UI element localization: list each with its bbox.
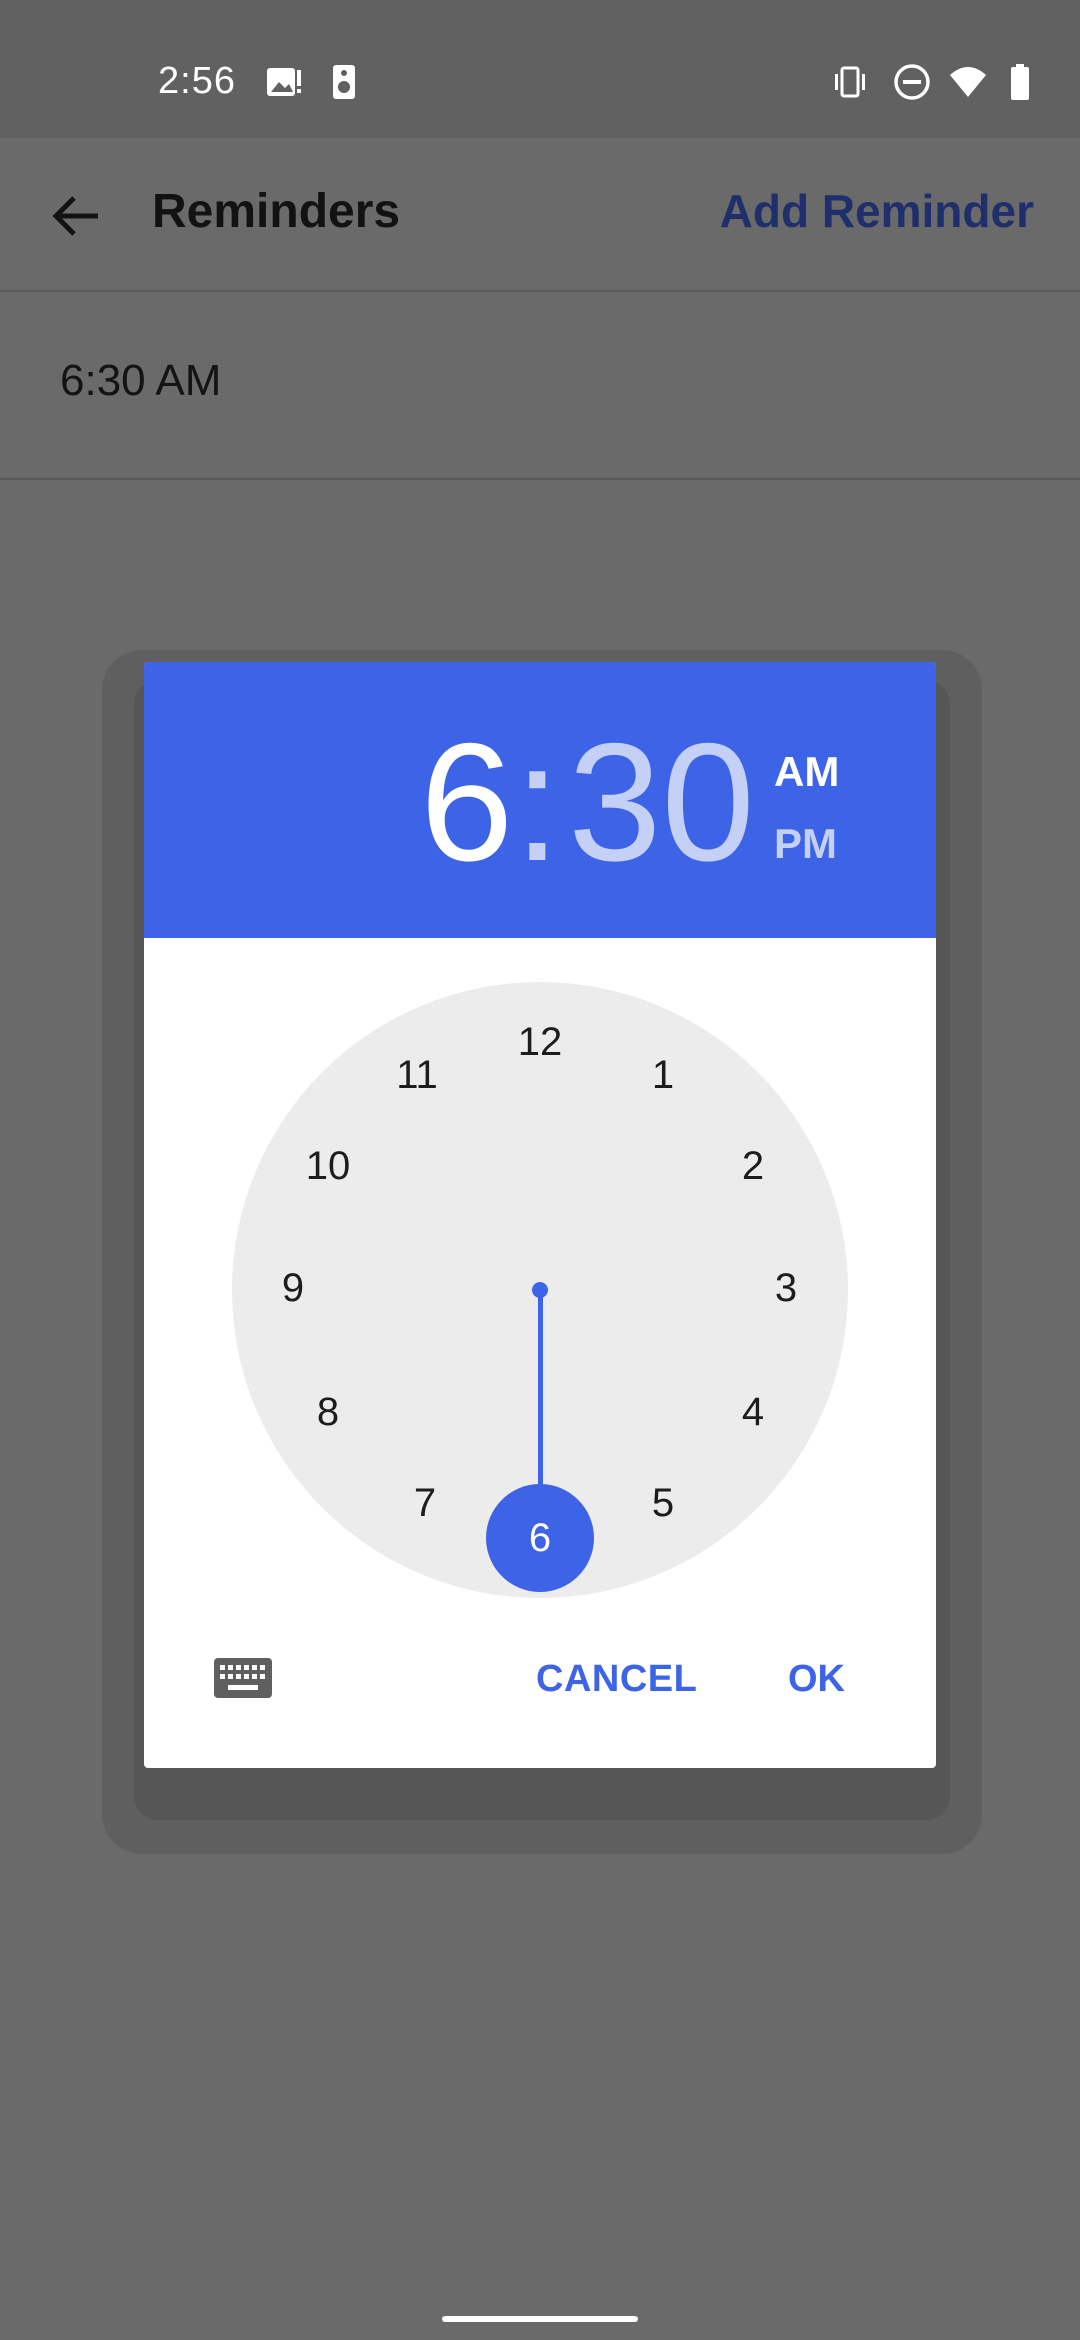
clock-number-9[interactable]: 9 [253, 1258, 333, 1318]
clock-center-dot [532, 1282, 548, 1298]
clock-number-1[interactable]: 1 [623, 1045, 703, 1105]
clock-number-7[interactable]: 7 [385, 1473, 465, 1533]
clock-number-5[interactable]: 5 [623, 1473, 703, 1533]
ok-button[interactable]: OK [788, 1658, 845, 1701]
clock-face[interactable]: 12 1 2 3 4 5 7 8 9 10 11 6 [232, 982, 848, 1598]
clock-number-4[interactable]: 4 [713, 1382, 793, 1442]
list-item[interactable]: 6:30 AM [0, 292, 1080, 480]
clock-number-2[interactable]: 2 [713, 1136, 793, 1196]
gesture-nav-handle[interactable] [442, 2316, 638, 2322]
clock-number-12[interactable]: 12 [500, 1012, 580, 1072]
time-picker-header: 6 : 30 AM PM [144, 662, 936, 938]
wifi-icon [948, 62, 988, 102]
hour-display[interactable]: 6 [420, 718, 513, 886]
reminder-time: 6:30 AM [60, 356, 222, 405]
time-picker-dialog: 6 : 30 AM PM 12 1 2 3 4 5 7 8 9 10 11 6 [144, 662, 936, 1768]
keyboard-input-button[interactable] [214, 1658, 272, 1698]
add-reminder-button[interactable]: Add Reminder [720, 184, 1034, 238]
keyboard-icon [214, 1658, 272, 1698]
page-title: Reminders [152, 185, 401, 238]
clock-hand[interactable] [538, 1290, 543, 1490]
do-not-disturb-icon [892, 62, 932, 102]
app-bar: Reminders Add Reminder [0, 138, 1080, 292]
minute-display[interactable]: 30 [568, 718, 755, 886]
clock-number-11[interactable]: 11 [377, 1045, 457, 1105]
time-separator: : [514, 708, 561, 896]
speaker-icon [324, 62, 364, 102]
back-button[interactable] [40, 180, 112, 252]
cancel-button[interactable]: CANCEL [536, 1658, 697, 1701]
clock-number-10[interactable]: 10 [288, 1136, 368, 1196]
vibrate-icon [830, 62, 870, 102]
am-toggle[interactable]: AM [774, 748, 839, 796]
pm-toggle[interactable]: PM [774, 820, 837, 868]
selected-hour-bubble[interactable]: 6 [486, 1484, 594, 1592]
battery-icon [1000, 62, 1040, 102]
arrow-back-icon [52, 196, 98, 236]
image-alert-icon [264, 62, 304, 102]
status-time: 2:56 [158, 60, 236, 102]
status-bar: 2:56 [0, 0, 1080, 138]
clock-number-8[interactable]: 8 [288, 1382, 368, 1442]
clock-number-3[interactable]: 3 [746, 1258, 826, 1318]
